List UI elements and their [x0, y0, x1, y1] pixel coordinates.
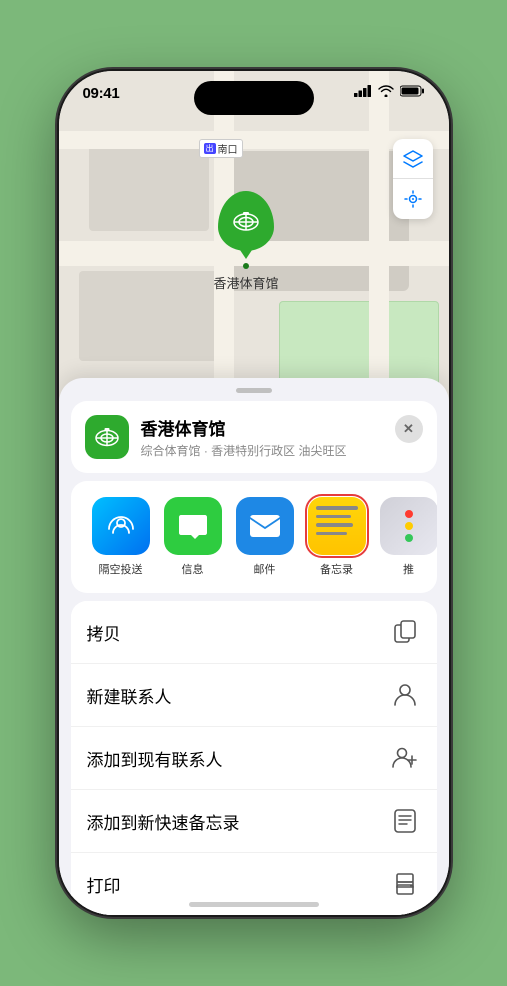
mail-icon [236, 497, 294, 555]
stadium-dot [243, 263, 249, 269]
notes-line [316, 532, 348, 536]
action-add-notes-label: 添加到新快速备忘录 [87, 809, 240, 834]
action-new-contact[interactable]: 新建联系人 [71, 664, 437, 727]
bottom-sheet: 香港体育馆 综合体育馆 · 香港特别行政区 油尖旺区 ✕ 隔空投送 [59, 378, 449, 915]
south-label-text: 南口 [218, 141, 238, 156]
status-time: 09:41 [83, 85, 120, 102]
stadium-pin [218, 191, 274, 251]
message-icon [164, 497, 222, 555]
action-copy-label: 拷贝 [87, 620, 121, 645]
more-icon [380, 497, 437, 555]
notes-line [316, 515, 352, 519]
venue-logo [85, 415, 129, 459]
venue-logo-icon [94, 426, 120, 448]
share-item-more[interactable]: 推 [373, 497, 437, 577]
map-south-label: 出 南口 [199, 139, 243, 158]
home-indicator [189, 902, 319, 907]
notes-line [316, 506, 358, 510]
action-add-notes[interactable]: 添加到新快速备忘录 [71, 790, 437, 853]
stadium-pin-icon [231, 209, 261, 233]
share-item-notes[interactable]: 备忘录 [301, 497, 373, 577]
airdrop-label: 隔空投送 [99, 561, 143, 577]
dynamic-island [194, 81, 314, 115]
share-item-mail[interactable]: 邮件 [229, 497, 301, 577]
notes-icon [308, 497, 366, 555]
notes-line [316, 523, 354, 527]
person-add-icon [389, 742, 421, 774]
stadium-map-label: 香港体育馆 [214, 273, 279, 292]
battery-icon [400, 85, 425, 97]
notes-label: 备忘录 [320, 561, 353, 577]
action-new-contact-label: 新建联系人 [87, 683, 172, 708]
airdrop-icon [92, 497, 150, 555]
share-item-message[interactable]: 信息 [157, 497, 229, 577]
action-print-label: 打印 [87, 872, 121, 897]
share-row: 隔空投送 信息 邮件 [71, 481, 437, 593]
action-copy[interactable]: 拷贝 [71, 601, 437, 664]
map-location-button[interactable] [393, 179, 433, 219]
sheet-handle [236, 388, 272, 393]
stadium-marker[interactable]: 香港体育馆 [214, 191, 279, 292]
more-dot-red [405, 510, 413, 518]
map-road [59, 131, 449, 149]
more-dot-yellow [405, 522, 413, 530]
more-label: 推 [403, 561, 414, 577]
more-dots [380, 497, 437, 555]
status-icons [354, 85, 425, 97]
venue-subtitle: 综合体育馆 · 香港特别行政区 油尖旺区 [141, 442, 383, 459]
venue-header: 香港体育馆 综合体育馆 · 香港特别行政区 油尖旺区 ✕ [71, 401, 437, 473]
share-item-airdrop[interactable]: 隔空投送 [85, 497, 157, 577]
printer-icon [389, 868, 421, 900]
map-layers-button[interactable] [393, 139, 433, 179]
venue-name: 香港体育馆 [141, 415, 383, 440]
message-label: 信息 [182, 561, 204, 577]
phone-frame: 09:41 [59, 71, 449, 915]
action-add-existing[interactable]: 添加到现有联系人 [71, 727, 437, 790]
action-add-existing-label: 添加到现有联系人 [87, 746, 223, 771]
note-icon [389, 805, 421, 837]
map-controls[interactable] [393, 139, 433, 219]
action-list: 拷贝 新建联系人 添 [71, 601, 437, 915]
venue-info: 香港体育馆 综合体育馆 · 香港特别行政区 油尖旺区 [141, 415, 383, 459]
venue-close-button[interactable]: ✕ [395, 415, 423, 443]
wifi-icon [378, 85, 394, 97]
signal-icon [354, 85, 372, 97]
person-icon [389, 679, 421, 711]
more-dot-green [405, 534, 413, 542]
mail-label: 邮件 [254, 561, 276, 577]
map-block [79, 271, 219, 361]
copy-icon [389, 616, 421, 648]
